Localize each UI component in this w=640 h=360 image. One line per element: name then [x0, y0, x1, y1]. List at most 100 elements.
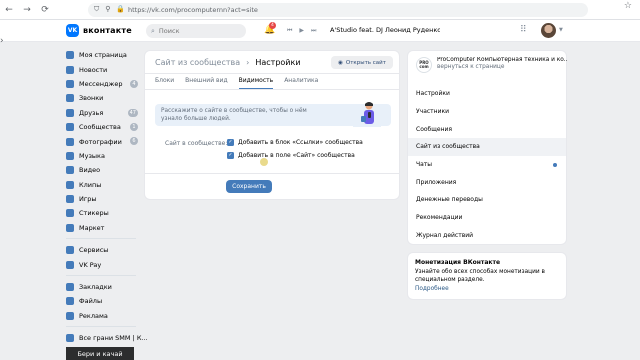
menu-item-icon: [66, 151, 74, 160]
search-input[interactable]: [158, 27, 239, 35]
checkbox-checked-icon[interactable]: ✓: [227, 152, 234, 159]
sidebar-item[interactable]: Моя страница: [66, 48, 140, 62]
sidebar-item[interactable]: Клипы: [66, 178, 140, 192]
chevron-down-icon[interactable]: ▼: [559, 27, 563, 33]
address-bar[interactable]: ⛉ ⚲ 🔒 https://vk.com/procomputernn?act=s…: [88, 3, 588, 17]
menu-item-icon: [66, 180, 74, 189]
sidebar-item-label: Друзья: [79, 108, 104, 117]
sidebar-item[interactable]: Фотографии 6: [66, 134, 140, 148]
left-menu: Моя страница Новости Мессенджер 4 Звонки Друз…: [66, 48, 148, 345]
menu-item-icon: [66, 209, 74, 218]
group-nav-item[interactable]: Сайт из сообщества: [408, 138, 566, 156]
monetization-card: Монетизация ВКонтакте Узнайте обо всех с…: [407, 252, 567, 300]
browser-side-expand-icon[interactable]: ›: [0, 36, 4, 46]
breadcrumb-separator: ›: [246, 58, 250, 67]
sidebar-item[interactable]: Стикеры: [66, 206, 140, 220]
save-button[interactable]: Сохранить: [226, 180, 272, 193]
apps-grid-icon[interactable]: ⠿: [520, 25, 527, 35]
open-site-button[interactable]: ◉ Открыть сайт: [331, 56, 393, 69]
monetization-title: Монетизация ВКонтакте: [415, 259, 501, 266]
group-nav-item[interactable]: Участники: [408, 103, 566, 121]
menu-item-icon: [66, 297, 74, 306]
unread-dot-icon: [553, 162, 557, 167]
sidebar-item[interactable]: Сервисы: [66, 243, 140, 257]
menu-item-icon: [66, 137, 74, 146]
sidebar-item[interactable]: Видео: [66, 163, 140, 177]
sidebar-item[interactable]: Реклама: [66, 309, 140, 323]
group-nav-item[interactable]: Журнал действий: [408, 227, 566, 245]
group-nav-item[interactable]: Сообщения: [408, 120, 566, 138]
forward-button[interactable]: →: [18, 1, 36, 19]
sidebar-item-label: Сообщества: [79, 123, 121, 132]
count-badge: 6: [130, 137, 138, 146]
sidebar-item[interactable]: Файлы: [66, 294, 140, 308]
group-nav-item[interactable]: Приложения: [408, 173, 566, 191]
previous-track-icon[interactable]: ⏮: [287, 27, 292, 35]
url-text[interactable]: https://vk.com/procomputernn?act=site: [128, 6, 258, 14]
sidebar-item[interactable]: Музыка: [66, 149, 140, 163]
back-to-page-link[interactable]: вернуться к странице: [437, 64, 567, 70]
menu-item-icon: [66, 94, 74, 103]
menu-item-icon: [66, 65, 74, 74]
group-settings-nav: Настройки Участники Сообщения Сайт из сообщ…: [408, 85, 566, 244]
menu-item-icon: [66, 166, 74, 175]
checkbox-checked-icon[interactable]: ✓: [227, 139, 234, 146]
divider: [145, 73, 399, 74]
group-nav-label: Сайт из сообщества: [416, 143, 480, 151]
breadcrumb-parent[interactable]: Сайт из сообщества: [155, 58, 240, 67]
search-box[interactable]: ⌕: [146, 24, 246, 38]
promo-banner[interactable]: Бери и качай: [66, 347, 134, 360]
checkbox-label[interactable]: Добавить в блок «Ссылки» сообщества: [238, 139, 363, 146]
more-link[interactable]: Подробнее: [415, 286, 559, 292]
avatar[interactable]: [541, 23, 556, 38]
lock-icon[interactable]: 🔒: [116, 5, 125, 14]
sidebar-item[interactable]: Звонки: [66, 91, 140, 105]
menu-item-icon: [66, 334, 74, 343]
group-name[interactable]: ProComputer Компьютерная техника и ко...: [437, 57, 567, 63]
sidebar-item[interactable]: Друзья 47: [66, 106, 140, 120]
vk-logo-text: вконтакте: [83, 26, 132, 35]
site-field-checkbox-row[interactable]: ✓ Добавить в поле «Сайт» сообщества: [227, 152, 355, 159]
group-nav-item[interactable]: Настройки: [408, 85, 566, 103]
links-block-checkbox-row[interactable]: ✓ Добавить в блок «Ссылки» сообщества: [227, 139, 363, 146]
vk-logo[interactable]: VK вконтакте: [66, 24, 132, 37]
group-nav-label: Денежные переводы: [416, 196, 483, 204]
current-track-title[interactable]: A'Studio feat. DJ Леонид Руденко — Ут...: [330, 26, 440, 34]
sidebar-item-label: Фотографии: [79, 137, 122, 146]
reload-button[interactable]: ⟳: [36, 1, 54, 19]
sidebar-item[interactable]: Все грани SMM | К...: [66, 331, 148, 345]
sidebar-item[interactable]: VK Pay: [66, 257, 140, 271]
cursor-highlight: [260, 158, 268, 166]
browser-toolbar: ← → ⟳ ⛉ ⚲ 🔒 https://vk.com/procomputernn…: [0, 0, 640, 20]
shield-icon[interactable]: ⛉: [94, 5, 99, 14]
sidebar-item[interactable]: Сообщества 1: [66, 120, 140, 134]
sidebar-item-label: Звонки: [79, 94, 104, 103]
menu-item-icon: [66, 195, 74, 204]
menu-item-icon: [66, 108, 74, 117]
bookmark-star-icon[interactable]: ☆: [624, 1, 632, 11]
permissions-icon[interactable]: ⚲: [105, 5, 110, 14]
sidebar-item-label: Новости: [79, 65, 108, 74]
play-icon[interactable]: ▶: [299, 27, 304, 35]
notifications-bell-icon[interactable]: 🔔 4: [264, 22, 276, 35]
group-nav-item[interactable]: Чаты: [408, 156, 566, 174]
group-logo[interactable]: PRO com: [416, 57, 432, 73]
notification-count-badge: 4: [269, 22, 276, 29]
next-track-icon[interactable]: ⏭: [311, 27, 316, 35]
sidebar-item[interactable]: Новости: [66, 62, 140, 76]
group-header[interactable]: PRO com ProComputer Компьютерная техника…: [416, 57, 567, 73]
open-site-label: Открыть сайт: [345, 59, 386, 66]
sidebar-item-label: Клипы: [79, 180, 102, 189]
divider: [145, 89, 399, 90]
group-nav-item[interactable]: Рекомендации: [408, 209, 566, 227]
sidebar-item-label: Файлы: [79, 297, 103, 306]
sidebar-item[interactable]: Закладки: [66, 280, 140, 294]
sidebar-item[interactable]: Маркет: [66, 221, 140, 235]
count-badge: 1: [130, 122, 138, 131]
back-button[interactable]: ←: [0, 1, 18, 19]
group-nav-item[interactable]: Денежные переводы: [408, 191, 566, 209]
sidebar-item[interactable]: Игры: [66, 192, 140, 206]
checkbox-label[interactable]: Добавить в поле «Сайт» сообщества: [238, 152, 355, 159]
breadcrumb: Сайт из сообщества › Настройки: [155, 58, 301, 67]
sidebar-item[interactable]: Мессенджер 4: [66, 77, 140, 91]
